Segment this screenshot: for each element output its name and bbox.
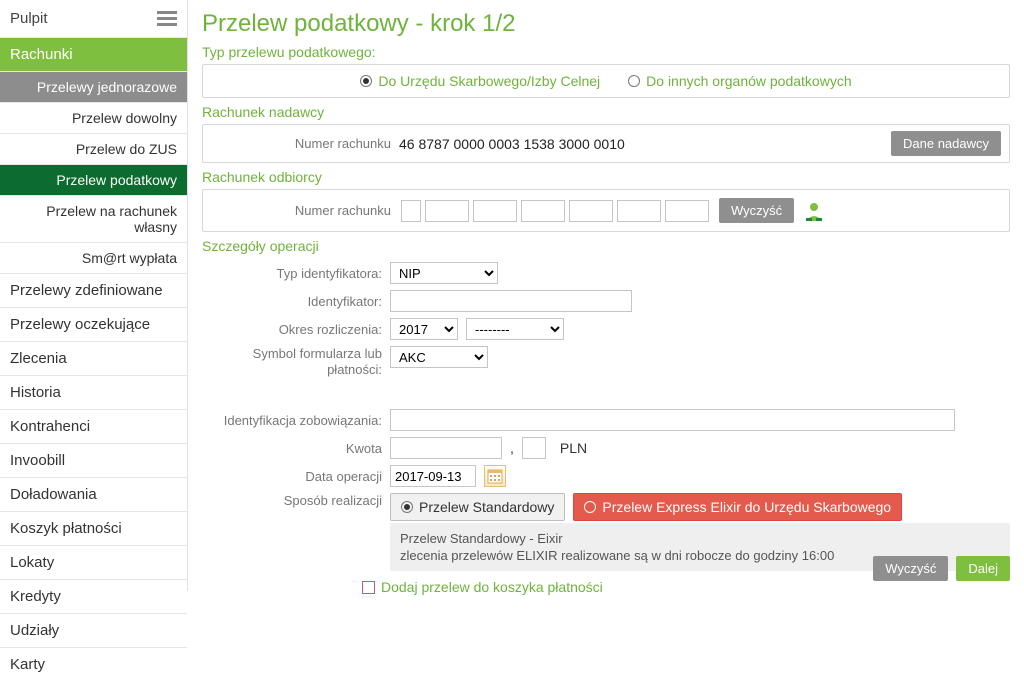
receiver-clear-button[interactable]: Wyczyść [719, 198, 794, 223]
method-standard-button[interactable]: Przelew Standardowy [390, 493, 565, 521]
sidebar-item-udzialy[interactable]: Udziały [0, 613, 187, 647]
sidebar-item-rachunki[interactable]: Rachunki [0, 37, 187, 71]
sidebar-item-kredyty[interactable]: Kredyty [0, 579, 187, 613]
amount-decimal-input[interactable] [522, 437, 546, 459]
obligation-label: Identyfikacja zobowiązania: [202, 413, 382, 428]
sender-account-number: 46 8787 0000 0003 1538 3000 0010 [399, 136, 625, 152]
sidebar-item-koszyk[interactable]: Koszyk płatności [0, 511, 187, 545]
sidebar-top: Pulpit [0, 0, 187, 37]
amount-separator: , [510, 440, 514, 456]
sender-account-label: Numer rachunku [211, 136, 391, 151]
form-symbol-select[interactable]: AKC [390, 346, 488, 368]
contact-picker-icon[interactable] [804, 201, 824, 221]
amount-label: Kwota [202, 441, 382, 456]
section-receiver: Rachunek odbiorcy [202, 169, 1010, 185]
id-type-select[interactable]: NIP [390, 262, 498, 284]
main-content: Przelew podatkowy - krok 1/2 Typ przelew… [188, 0, 1024, 591]
period-month-select[interactable]: -------- [466, 318, 564, 340]
acct-seg-1[interactable] [401, 200, 421, 222]
acct-seg-2[interactable] [425, 200, 469, 222]
sidebar-item-lokaty[interactable]: Lokaty [0, 545, 187, 579]
id-type-label: Typ identyfikatora: [202, 266, 382, 281]
radio-inne-organy[interactable]: Do innych organów podatkowych [628, 73, 851, 89]
form-symbol-label: Symbol formularza lub płatności: [202, 346, 382, 377]
sidebar-item-invoobill[interactable]: Invoobill [0, 443, 187, 477]
obligation-input[interactable] [390, 409, 955, 431]
method-label: Sposób realizacji [202, 493, 382, 508]
sidebar-item-zlecenia[interactable]: Zlecenia [0, 341, 187, 375]
page-title: Przelew podatkowy - krok 1/2 [202, 10, 1010, 38]
sidebar-item-oczekujace[interactable]: Przelewy oczekujące [0, 307, 187, 341]
date-label: Data operacji [202, 469, 382, 484]
sidebar-top-label[interactable]: Pulpit [10, 10, 48, 27]
identifier-input[interactable] [390, 290, 632, 312]
sidebar-item-przelewy-jednorazowe[interactable]: Przelewy jednorazowe [0, 71, 187, 102]
receiver-account-input[interactable] [401, 200, 709, 222]
date-input[interactable] [390, 465, 476, 487]
sidebar-item-przelew-zus[interactable]: Przelew do ZUS [0, 133, 187, 164]
basket-checkbox[interactable] [362, 581, 375, 594]
clear-button[interactable]: Wyczyść [873, 556, 948, 581]
period-year-select[interactable]: 2017 [390, 318, 458, 340]
method-express-button[interactable]: Przelew Express Elixir do Urzędu Skarbow… [573, 493, 902, 521]
sender-panel: Numer rachunku 46 8787 0000 0003 1538 30… [202, 124, 1010, 163]
sidebar: Pulpit Rachunki Przelewy jednorazowe Prz… [0, 0, 188, 591]
sidebar-item-smart-wyplata[interactable]: Sm@rt wypłata [0, 242, 187, 273]
sender-data-button[interactable]: Dane nadawcy [891, 131, 1001, 156]
acct-seg-3[interactable] [473, 200, 517, 222]
radio-icon [584, 501, 596, 513]
basket-label[interactable]: Dodaj przelew do koszyka płatności [381, 579, 603, 595]
acct-seg-4[interactable] [521, 200, 565, 222]
bottom-buttons: Wyczyść Dalej [873, 556, 1010, 581]
sidebar-item-karty[interactable]: Karty [0, 647, 187, 681]
receiver-account-label: Numer rachunku [211, 203, 391, 218]
details-panel: Typ identyfikatora: NIP Identyfikator: O… [202, 258, 1010, 599]
section-transfer-type: Typ przelewu podatkowego: [202, 44, 1010, 60]
sidebar-item-zdefiniowane[interactable]: Przelewy zdefiniowane [0, 273, 187, 307]
hamburger-icon[interactable] [157, 8, 177, 29]
sidebar-item-historia[interactable]: Historia [0, 375, 187, 409]
receiver-panel: Numer rachunku Wyczyść [202, 189, 1010, 232]
acct-seg-6[interactable] [617, 200, 661, 222]
sidebar-item-przelew-podatkowy[interactable]: Przelew podatkowy [0, 164, 187, 195]
sidebar-item-przelew-dowolny[interactable]: Przelew dowolny [0, 102, 187, 133]
period-label: Okres rozliczenia: [202, 322, 382, 337]
radio-urzad-skarbowy[interactable]: Do Urzędu Skarbowego/Izby Celnej [360, 73, 600, 89]
sidebar-item-przelew-wlasny[interactable]: Przelew na rachunek własny [0, 195, 187, 242]
radio-icon [401, 501, 413, 513]
radio-icon [360, 75, 372, 87]
currency-label: PLN [560, 440, 587, 456]
section-details: Szczegóły operacji [202, 238, 1010, 254]
amount-integer-input[interactable] [390, 437, 502, 459]
transfer-type-panel: Do Urzędu Skarbowego/Izby Celnej Do inny… [202, 64, 1010, 98]
acct-seg-5[interactable] [569, 200, 613, 222]
identifier-label: Identyfikator: [202, 294, 382, 309]
radio-icon [628, 75, 640, 87]
calendar-icon[interactable] [484, 465, 506, 487]
section-sender: Rachunek nadawcy [202, 104, 1010, 120]
next-button[interactable]: Dalej [956, 556, 1010, 581]
sidebar-item-kontrahenci[interactable]: Kontrahenci [0, 409, 187, 443]
acct-seg-7[interactable] [665, 200, 709, 222]
sidebar-item-doladowania[interactable]: Doładowania [0, 477, 187, 511]
